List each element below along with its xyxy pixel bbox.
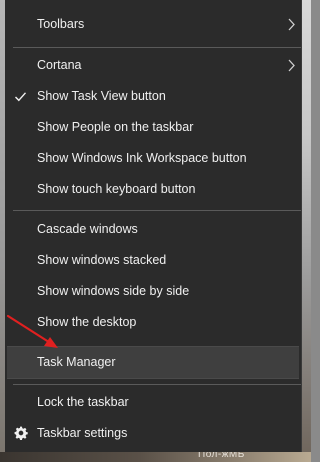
chevron-right-icon [288, 18, 295, 31]
menu-item-task-manager[interactable]: Task Manager [7, 346, 299, 379]
menu-item-toolbars[interactable]: Toolbars [5, 9, 301, 40]
menu-separator [13, 210, 301, 211]
menu-item-label: Show the desktop [37, 315, 137, 329]
chevron-right-icon [288, 59, 295, 72]
menu-item-label: Show windows stacked [37, 253, 167, 267]
menu-item-show-people[interactable]: Show People on the taskbar [5, 112, 301, 143]
menu-item-label: Taskbar settings [37, 426, 128, 440]
menu-item-label: Task Manager [37, 355, 116, 369]
menu-item-cortana[interactable]: Cortana [5, 50, 301, 81]
menu-item-taskbar-settings[interactable]: Taskbar settings [5, 418, 301, 449]
menu-item-show-touch-keyboard[interactable]: Show touch keyboard button [5, 174, 301, 205]
taskbar-context-menu: Toolbars Cortana Show Task View button S… [5, 0, 302, 452]
menu-separator [13, 384, 301, 385]
menu-item-label: Lock the taskbar [37, 395, 129, 409]
menu-item-show-ink-workspace[interactable]: Show Windows Ink Workspace button [5, 143, 301, 174]
menu-item-label: Cortana [37, 58, 82, 72]
menu-item-label: Show People on the taskbar [37, 120, 194, 134]
menu-item-show-windows-stacked[interactable]: Show windows stacked [5, 245, 301, 276]
gear-icon [14, 426, 28, 440]
menu-item-show-task-view-button[interactable]: Show Task View button [5, 81, 301, 112]
menu-item-label: Show windows side by side [37, 284, 190, 298]
background-strip-bottom [0, 452, 311, 462]
menu-item-label: Show Task View button [37, 89, 166, 103]
background-strip-right [301, 0, 311, 462]
menu-item-cascade-windows[interactable]: Cascade windows [5, 214, 301, 245]
menu-item-label: Show Windows Ink Workspace button [37, 151, 247, 165]
menu-item-show-the-desktop[interactable]: Show the desktop [5, 307, 301, 338]
desktop-background: Пол-жМБ Toolbars Cortana Show Task View … [0, 0, 311, 462]
menu-item-lock-taskbar[interactable]: Lock the taskbar [5, 387, 301, 418]
menu-item-label: Cascade windows [37, 222, 138, 236]
menu-item-label: Show touch keyboard button [37, 182, 196, 196]
menu-separator [13, 47, 301, 48]
menu-item-label: Toolbars [37, 17, 85, 31]
checkmark-icon [15, 92, 27, 102]
menu-item-show-windows-side-by-side[interactable]: Show windows side by side [5, 276, 301, 307]
